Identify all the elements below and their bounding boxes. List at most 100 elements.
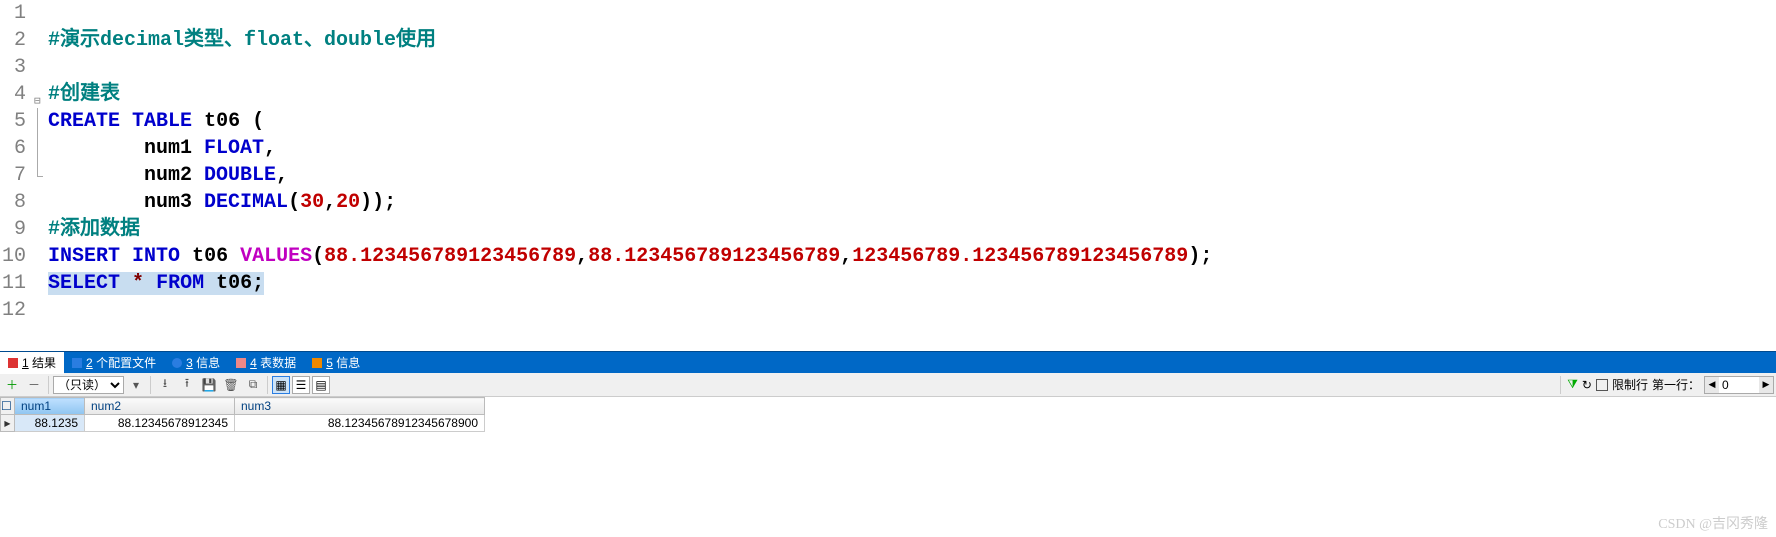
line-number: 2 — [0, 27, 26, 54]
first-row-label: 第一行： — [1652, 376, 1700, 393]
import-icon[interactable]: ⭱ — [177, 375, 197, 395]
sql-paren: ( — [312, 245, 324, 268]
tab-number: 5 — [326, 356, 333, 370]
sql-type: FLOAT — [204, 137, 264, 160]
save-icon[interactable]: 💾 — [199, 375, 219, 395]
cell-num2[interactable]: 88.12345678912345 — [85, 415, 235, 432]
sql-keyword: TABLE — [132, 110, 192, 133]
grid-view-toggle[interactable]: ▦ — [272, 376, 290, 394]
results-grid[interactable]: ☐ num1 num2 num3 88.1235 88.123456789123… — [0, 397, 485, 432]
line-number: 11 — [0, 270, 26, 297]
info2-icon — [312, 358, 322, 368]
tab-label: 个配置文件 — [96, 356, 156, 370]
fold-gutter — [34, 0, 48, 351]
sql-paren: ( — [240, 110, 264, 133]
sql-type: DOUBLE — [204, 164, 276, 187]
sql-semi: ; — [252, 272, 264, 295]
line-number: 3 — [0, 54, 26, 81]
code-content[interactable]: #演示decimal类型、float、double使用 #创建表 CREATE … — [48, 0, 1212, 351]
tab-info2[interactable]: 5 信息 — [304, 352, 368, 374]
first-row-spinner[interactable]: ◀ ▶ — [1704, 376, 1774, 394]
column-header[interactable]: num2 — [85, 398, 235, 415]
line-number: 10 — [0, 243, 26, 270]
sql-comma: , — [576, 245, 588, 268]
sql-number: 20 — [336, 191, 360, 214]
text-view-toggle[interactable]: ▤ — [312, 376, 330, 394]
tab-number: 3 — [186, 356, 193, 370]
line-number: 5 — [0, 108, 26, 135]
sql-keyword: INSERT — [48, 245, 120, 268]
sql-star: * — [132, 272, 144, 295]
results-tabbar: 1 结果 2 个配置文件 3 信息 4 表数据 5 信息 — [0, 351, 1776, 373]
line-number: 7 — [0, 162, 26, 189]
sql-comma: , — [276, 164, 288, 187]
line-number: 4 — [0, 81, 26, 108]
sql-keyword: FROM — [156, 272, 204, 295]
sql-keyword: INTO — [132, 245, 180, 268]
table-row[interactable]: 88.1235 88.12345678912345 88.12345678912… — [1, 415, 485, 432]
cell-num3[interactable]: 88.12345678912345678900 — [235, 415, 485, 432]
cell-num1[interactable]: 88.1235 — [15, 415, 85, 432]
copy-icon[interactable]: ⧉ — [243, 375, 263, 395]
line-number: 1 — [0, 0, 26, 27]
code-editor[interactable]: 1 2 3 4 5 6 7 8 9 10 11 12 #演示decimal类型、… — [0, 0, 1776, 351]
spin-up-icon[interactable]: ▶ — [1759, 377, 1773, 393]
filter-icon[interactable]: ⧩ — [1567, 377, 1578, 392]
first-row-input[interactable] — [1719, 378, 1759, 392]
sql-comma: , — [324, 191, 336, 214]
form-view-toggle[interactable]: ☰ — [292, 376, 310, 394]
corner-cell[interactable]: ☐ — [1, 398, 15, 415]
tab-info[interactable]: 3 信息 — [164, 352, 228, 374]
sql-comma: , — [264, 137, 276, 160]
tab-number: 1 — [22, 356, 29, 370]
line-number: 12 — [0, 297, 26, 324]
sql-paren: ( — [288, 191, 300, 214]
limit-rows-checkbox[interactable] — [1596, 379, 1608, 391]
add-row-icon[interactable]: ＋ — [2, 375, 22, 395]
tab-label: 表数据 — [260, 356, 296, 370]
sql-keyword: SELECT — [48, 272, 120, 295]
sql-paren: ); — [1188, 245, 1212, 268]
column-header[interactable]: num3 — [235, 398, 485, 415]
sql-column: num2 — [144, 164, 192, 187]
line-number: 6 — [0, 135, 26, 162]
sql-number: 88.123456789123456789 — [588, 245, 840, 268]
line-gutter: 1 2 3 4 5 6 7 8 9 10 11 12 — [0, 0, 34, 351]
tab-tabledata[interactable]: 4 表数据 — [228, 352, 304, 374]
sql-keyword: CREATE — [48, 110, 120, 133]
refresh-icon[interactable]: ↻ — [1582, 378, 1592, 392]
sql-identifier: t06 — [204, 110, 240, 133]
column-header[interactable]: num1 — [15, 398, 85, 415]
sql-comment: #添加数据 — [48, 218, 140, 241]
sql-number: 30 — [300, 191, 324, 214]
sql-identifier: t06 — [192, 245, 228, 268]
dropdown-icon[interactable]: ▾ — [126, 375, 146, 395]
sql-comment: #创建表 — [48, 83, 120, 106]
sql-type: DECIMAL — [204, 191, 288, 214]
sql-column: num3 — [144, 191, 192, 214]
line-number: 8 — [0, 189, 26, 216]
sql-paren: )); — [360, 191, 396, 214]
tab-results[interactable]: 1 结果 — [0, 352, 64, 374]
delete-row-icon[interactable]: － — [24, 375, 44, 395]
sql-column: num1 — [144, 137, 192, 160]
sql-comment: #演示decimal类型、float、double使用 — [48, 29, 436, 52]
sql-number: 123456789.123456789123456789 — [852, 245, 1188, 268]
mode-select[interactable]: （只读） — [53, 376, 124, 394]
spin-down-icon[interactable]: ◀ — [1705, 377, 1719, 393]
profiles-icon — [72, 358, 82, 368]
watermark: CSDN @吉冈秀隆 — [1658, 513, 1768, 533]
tab-profiles[interactable]: 2 个配置文件 — [64, 352, 164, 374]
limit-rows-label: 限制行 — [1612, 376, 1648, 393]
tabledata-icon — [236, 358, 246, 368]
line-number: 9 — [0, 216, 26, 243]
export-icon[interactable]: ⭳ — [155, 375, 175, 395]
results-toolbar: ＋ － （只读） ▾ ⭳ ⭱ 💾 🗑 ⧉ ▦ ☰ ▤ ⧩ ↻ 限制行 第一行： … — [0, 373, 1776, 397]
tab-number: 2 — [86, 356, 93, 370]
row-marker[interactable] — [1, 415, 15, 432]
sql-comma: , — [840, 245, 852, 268]
sql-keyword: VALUES — [240, 245, 312, 268]
sql-identifier: t06 — [216, 272, 252, 295]
trash-icon[interactable]: 🗑 — [221, 375, 241, 395]
tab-label: 结果 — [32, 356, 56, 370]
